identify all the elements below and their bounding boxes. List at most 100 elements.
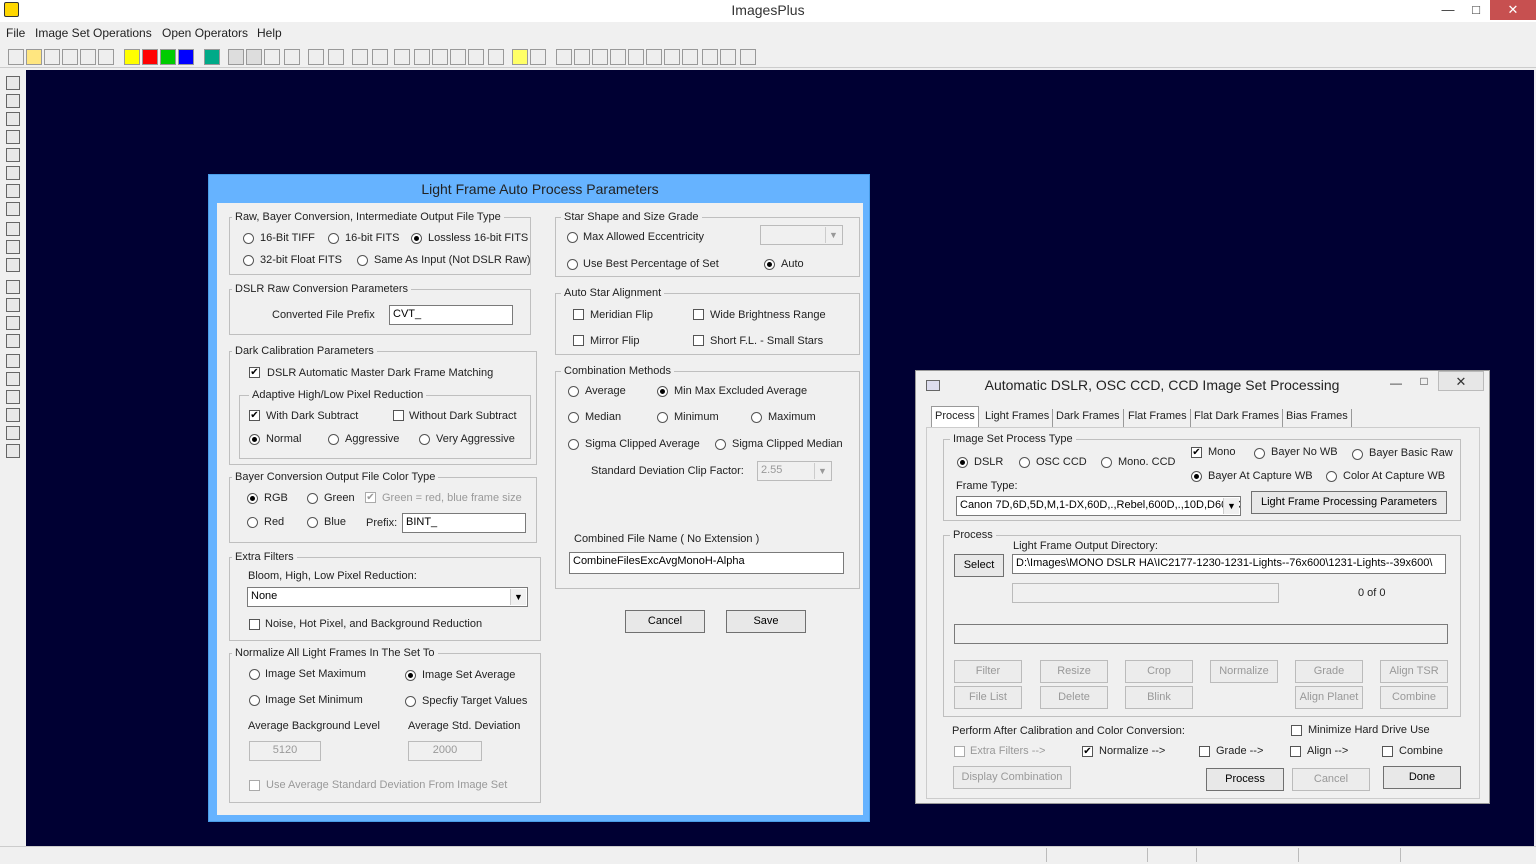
tab-flat-frames[interactable]: Flat Frames xyxy=(1125,409,1191,427)
without-dark-checkbox[interactable] xyxy=(393,410,404,421)
after-combine-checkbox[interactable] xyxy=(1382,746,1393,757)
after-extra-filters-checkbox[interactable] xyxy=(954,746,965,757)
radio-sigma-median[interactable] xyxy=(715,439,726,450)
toolbar-button-icon[interactable] xyxy=(432,49,448,65)
normalize-button[interactable]: Normalize xyxy=(1210,660,1278,683)
bayer-prefix-input[interactable]: BINT_ xyxy=(402,513,526,533)
radio-dslr[interactable] xyxy=(957,457,968,468)
radio-green[interactable] xyxy=(307,493,318,504)
radio-bayer-capture-wb[interactable] xyxy=(1191,471,1202,482)
chevron-down-icon[interactable]: ▼ xyxy=(510,589,526,605)
tool-icon[interactable] xyxy=(6,112,20,126)
select-dir-button[interactable]: Select xyxy=(954,554,1004,577)
delete-button[interactable]: Delete xyxy=(1040,686,1108,709)
radio-bayer-no-wb[interactable] xyxy=(1254,448,1265,459)
toolbar-button-icon[interactable] xyxy=(394,49,410,65)
align-tsr-button[interactable]: Align TSR xyxy=(1380,660,1448,683)
radio-osc-ccd[interactable] xyxy=(1019,457,1030,468)
tool-icon[interactable] xyxy=(6,222,20,236)
toolbar-button-icon[interactable] xyxy=(142,49,158,65)
mono-checkbox[interactable]: ✔ xyxy=(1191,447,1202,458)
green-frame-size-checkbox[interactable]: ✔ xyxy=(365,492,376,503)
radio-target-values[interactable] xyxy=(405,696,416,707)
minimize-hdd-checkbox[interactable] xyxy=(1291,725,1302,736)
radio-image-set-min[interactable] xyxy=(249,695,260,706)
mirror-flip-checkbox[interactable] xyxy=(573,335,584,346)
toolbar-button-icon[interactable] xyxy=(468,49,484,65)
toolbar-button-icon[interactable] xyxy=(740,49,756,65)
radio-image-set-avg[interactable] xyxy=(405,670,416,681)
toolbar-button-icon[interactable] xyxy=(228,49,244,65)
close-icon[interactable]: ✕ xyxy=(1438,371,1484,391)
tool-icon[interactable] xyxy=(6,408,20,422)
tab-dark-frames[interactable]: Dark Frames xyxy=(1053,409,1124,427)
toolbar-button-icon[interactable] xyxy=(414,49,430,65)
tool-icon[interactable] xyxy=(6,298,20,312)
radio-normal[interactable] xyxy=(249,434,260,445)
close-icon[interactable]: ✕ xyxy=(1490,0,1536,20)
tool-icon[interactable] xyxy=(6,426,20,440)
radio-16bit-tiff[interactable] xyxy=(243,233,254,244)
toolbar-button-icon[interactable] xyxy=(556,49,572,65)
toolbar-button-icon[interactable] xyxy=(592,49,608,65)
bloom-select[interactable]: None ▼ xyxy=(247,587,528,607)
radio-bayer-basic-raw[interactable] xyxy=(1352,449,1363,460)
toolbar-button-icon[interactable] xyxy=(682,49,698,65)
tool-icon[interactable] xyxy=(6,354,20,368)
noise-checkbox[interactable] xyxy=(249,619,260,630)
radio-sigma-avg[interactable] xyxy=(568,439,579,450)
toolbar-button-icon[interactable] xyxy=(308,49,324,65)
align-planet-button[interactable]: Align Planet xyxy=(1295,686,1363,709)
tool-icon[interactable] xyxy=(6,148,20,162)
toolbar-button-icon[interactable] xyxy=(610,49,626,65)
display-combination-button[interactable]: Display Combination xyxy=(953,766,1071,789)
tab-process[interactable]: Process xyxy=(931,406,979,428)
frame-type-select[interactable]: Canon 7D,6D,5D,M,1-DX,60D,.,Rebel,600D,.… xyxy=(956,496,1241,516)
tool-icon[interactable] xyxy=(6,184,20,198)
radio-median[interactable] xyxy=(568,412,579,423)
bg-level-input[interactable]: 5120 xyxy=(249,741,321,761)
tool-icon[interactable] xyxy=(6,258,20,272)
radio-minimum[interactable] xyxy=(657,412,668,423)
tool-icon[interactable] xyxy=(6,444,20,458)
use-avg-std-checkbox[interactable] xyxy=(249,780,260,791)
toolbar-button-icon[interactable] xyxy=(574,49,590,65)
radio-rgb[interactable] xyxy=(247,493,258,504)
radio-mono-ccd[interactable] xyxy=(1101,457,1112,468)
done-button[interactable]: Done xyxy=(1383,766,1461,789)
toolbar-button-icon[interactable] xyxy=(328,49,344,65)
radio-blue[interactable] xyxy=(307,517,318,528)
combine-button[interactable]: Combine xyxy=(1380,686,1448,709)
meridian-flip-checkbox[interactable] xyxy=(573,309,584,320)
after-align-checkbox[interactable] xyxy=(1290,746,1301,757)
tool-icon[interactable] xyxy=(6,76,20,90)
light-frame-params-button[interactable]: Light Frame Processing Parameters xyxy=(1251,491,1447,514)
chevron-down-icon[interactable]: ▼ xyxy=(825,227,841,243)
cancel-button[interactable]: Cancel xyxy=(625,610,705,633)
toolbar-button-icon[interactable] xyxy=(178,49,194,65)
menu-help[interactable]: Help xyxy=(257,26,282,40)
maximize-icon[interactable]: □ xyxy=(1462,0,1490,20)
converted-prefix-input[interactable]: CVT_ xyxy=(389,305,513,325)
toolbar-button-icon[interactable] xyxy=(720,49,736,65)
resize-button[interactable]: Resize xyxy=(1040,660,1108,683)
toolbar-button-icon[interactable] xyxy=(450,49,466,65)
radio-auto[interactable] xyxy=(764,259,775,270)
tool-icon[interactable] xyxy=(6,166,20,180)
save-button[interactable]: Save xyxy=(726,610,806,633)
radio-average[interactable] xyxy=(568,386,579,397)
tool-icon[interactable] xyxy=(6,372,20,386)
toolbar-button-icon[interactable] xyxy=(702,49,718,65)
toolbar-button-icon[interactable] xyxy=(160,49,176,65)
grade-button[interactable]: Grade xyxy=(1295,660,1363,683)
toolbar-button-icon[interactable] xyxy=(352,49,368,65)
tab-flat-dark-frames[interactable]: Flat Dark Frames xyxy=(1191,409,1283,427)
tool-icon[interactable] xyxy=(6,280,20,294)
tool-icon[interactable] xyxy=(6,316,20,330)
radio-lossless-fits[interactable] xyxy=(411,233,422,244)
maximize-icon[interactable]: □ xyxy=(1410,371,1438,391)
blink-button[interactable]: Blink xyxy=(1125,686,1193,709)
output-dir-input[interactable]: D:\Images\MONO DSLR HA\IC2177-1230-1231-… xyxy=(1012,554,1446,574)
toolbar-button-icon[interactable] xyxy=(204,49,220,65)
menu-image-set-operations[interactable]: Image Set Operations xyxy=(35,26,152,40)
